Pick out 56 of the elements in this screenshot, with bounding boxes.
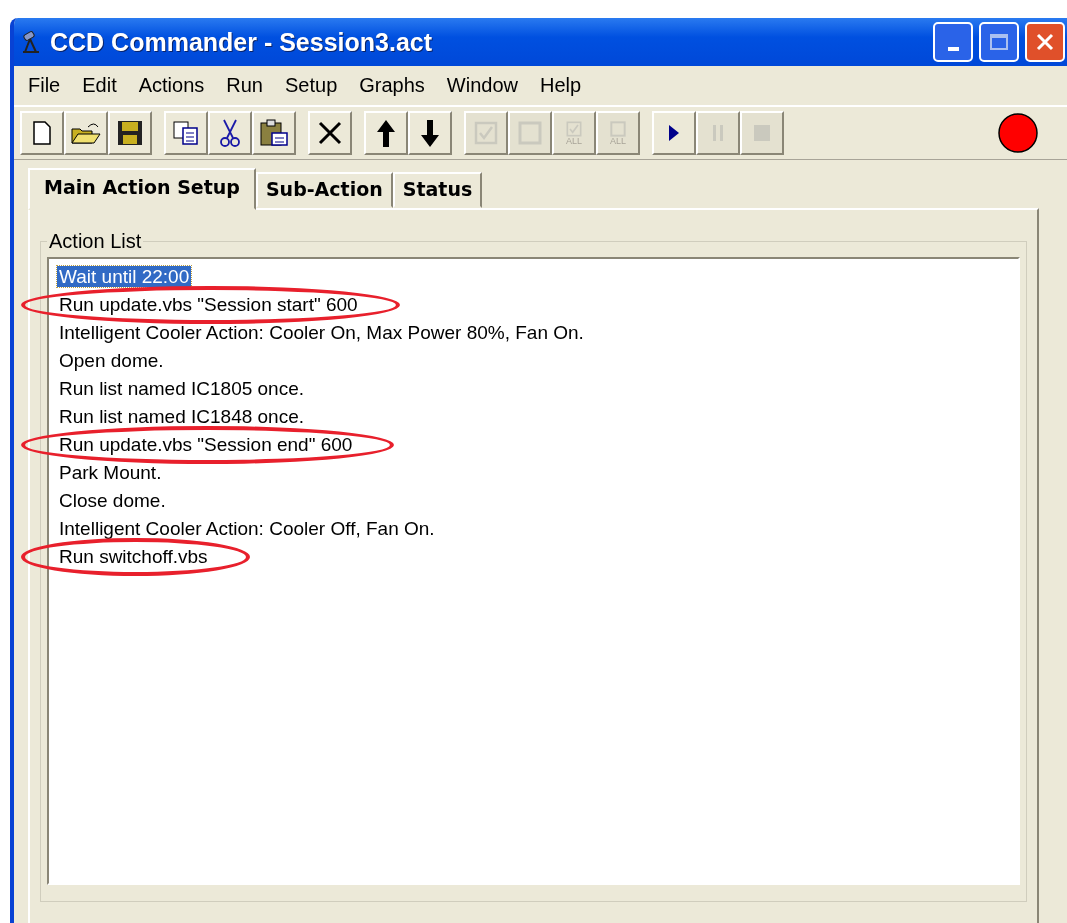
toolbar-button[interactable] bbox=[364, 111, 408, 155]
menu-item[interactable]: Graphs bbox=[349, 72, 435, 99]
minimize-button[interactable] bbox=[933, 22, 973, 62]
pause-icon bbox=[711, 123, 725, 143]
up-arrow-icon bbox=[375, 118, 397, 148]
toolbar-button[interactable] bbox=[208, 111, 252, 155]
maximize-button[interactable] bbox=[979, 22, 1019, 62]
list-item[interactable]: Run list named IC1848 once. bbox=[57, 406, 307, 427]
tab[interactable]: Status bbox=[392, 172, 483, 208]
close-button[interactable] bbox=[1025, 22, 1065, 62]
checkbox-empty-icon bbox=[610, 120, 626, 137]
menu-item[interactable]: Actions bbox=[128, 72, 215, 99]
list-item[interactable]: Park Mount. bbox=[57, 462, 164, 483]
list-item[interactable]: Intelligent Cooler Action: Cooler Off, Fan On. bbox=[57, 518, 437, 539]
list-item[interactable]: Open dome. bbox=[57, 350, 166, 371]
tab[interactable]: Main Action Setup bbox=[28, 168, 256, 210]
list-item[interactable]: Run update.vbs "Session start" 600 bbox=[57, 294, 360, 315]
scissors-icon bbox=[219, 118, 241, 148]
play-icon bbox=[667, 123, 681, 143]
checkbox-empty-icon bbox=[518, 121, 542, 145]
menu-item[interactable]: Window bbox=[436, 72, 528, 99]
maximize-icon bbox=[989, 33, 1009, 51]
toolbar-button[interactable] bbox=[408, 111, 452, 155]
toolbar-button[interactable] bbox=[252, 111, 296, 155]
stop-icon bbox=[753, 124, 771, 142]
toolbar-button[interactable] bbox=[652, 111, 696, 155]
menu-item[interactable]: File bbox=[18, 72, 71, 99]
list-item[interactable]: Run switchoff.vbs bbox=[57, 546, 210, 567]
telescope-icon bbox=[20, 30, 42, 54]
toolbar-button[interactable] bbox=[164, 111, 208, 155]
list-item[interactable]: Run list named IC1805 once. bbox=[57, 378, 307, 399]
menu-item[interactable]: Help bbox=[530, 72, 592, 99]
toolbar-button[interactable] bbox=[308, 111, 352, 155]
down-arrow-icon bbox=[419, 118, 441, 148]
minimize-icon bbox=[947, 47, 959, 51]
toolbar-button[interactable] bbox=[108, 111, 152, 155]
list-item[interactable]: Close dome. bbox=[57, 490, 168, 511]
list-item[interactable]: Intelligent Cooler Action: Cooler On, Max Power 80%, Fan On. bbox=[57, 322, 586, 343]
tab[interactable]: Sub-Action bbox=[255, 172, 393, 208]
delete-icon bbox=[317, 120, 343, 146]
list-item[interactable]: Wait until 22:00 bbox=[57, 266, 192, 287]
menu-item[interactable]: Run bbox=[216, 72, 273, 99]
window-title: CCD Commander - Session3.act bbox=[50, 27, 434, 57]
checkbox-checked-icon bbox=[566, 120, 582, 137]
group-title: Action List bbox=[48, 230, 143, 253]
menu-item[interactable]: Edit bbox=[72, 72, 127, 99]
clipboard-icon bbox=[259, 119, 289, 147]
menu-item[interactable]: Setup bbox=[275, 72, 348, 99]
new-document-icon bbox=[32, 121, 52, 145]
copy-icon bbox=[172, 120, 200, 146]
close-icon bbox=[1035, 32, 1055, 52]
toolbar-button[interactable] bbox=[64, 111, 108, 155]
checkbox-checked-icon bbox=[474, 121, 498, 145]
toolbar-button[interactable] bbox=[20, 111, 64, 155]
open-folder-icon bbox=[70, 121, 102, 145]
list-item[interactable]: Run update.vbs "Session end" 600 bbox=[57, 434, 355, 455]
